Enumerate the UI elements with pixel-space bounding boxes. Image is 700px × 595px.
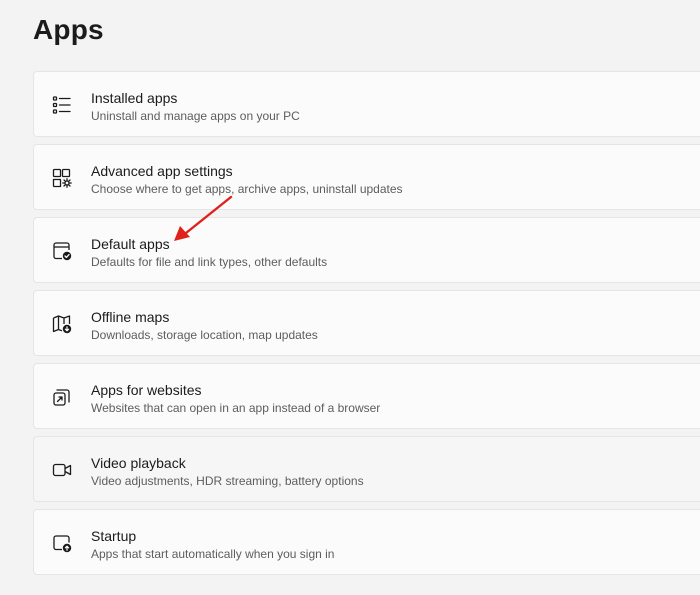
- installed-apps-title: Installed apps: [91, 90, 178, 106]
- advanced-app-settings-title: Advanced app settings: [91, 163, 233, 179]
- page-title: Apps: [33, 14, 104, 45]
- installed-apps-item[interactable]: Installed apps Uninstall and manage apps…: [33, 71, 700, 137]
- advanced-app-settings-description: Choose where to get apps, archive apps, …: [91, 182, 403, 196]
- startup-title: Startup: [91, 528, 137, 544]
- apps-settings-list: Installed apps Uninstall and manage apps…: [33, 71, 700, 582]
- video-playback-icon: [51, 459, 73, 481]
- video-playback-description: Video adjustments, HDR streaming, batter…: [91, 474, 364, 488]
- startup-icon: [51, 532, 73, 554]
- installed-apps-list-icon: [51, 94, 73, 116]
- offline-maps-item[interactable]: Offline maps Downloads, storage location…: [33, 290, 700, 356]
- apps-for-websites-title: Apps for websites: [91, 382, 202, 398]
- video-playback-title: Video playback: [91, 455, 186, 471]
- apps-for-websites-icon: [51, 386, 73, 408]
- video-playback-item[interactable]: Video playback Video adjustments, HDR st…: [33, 436, 700, 502]
- apps-for-websites-item[interactable]: Apps for websites Websites that can open…: [33, 363, 700, 429]
- advanced-app-settings-item[interactable]: Advanced app settings Choose where to ge…: [33, 144, 700, 210]
- default-apps-title: Default apps: [91, 236, 170, 252]
- offline-maps-icon: [51, 313, 73, 335]
- default-apps-description: Defaults for file and link types, other …: [91, 255, 328, 269]
- startup-item[interactable]: Startup Apps that start automatically wh…: [33, 509, 700, 575]
- apps-for-websites-description: Websites that can open in an app instead…: [91, 401, 381, 415]
- offline-maps-description: Downloads, storage location, map updates: [91, 328, 318, 342]
- default-apps-icon: [51, 240, 73, 262]
- startup-description: Apps that start automatically when you s…: [91, 547, 335, 561]
- installed-apps-description: Uninstall and manage apps on your PC: [91, 109, 300, 123]
- advanced-app-settings-icon: [51, 167, 73, 189]
- offline-maps-title: Offline maps: [91, 309, 170, 325]
- default-apps-item[interactable]: Default apps Defaults for file and link …: [33, 217, 700, 283]
